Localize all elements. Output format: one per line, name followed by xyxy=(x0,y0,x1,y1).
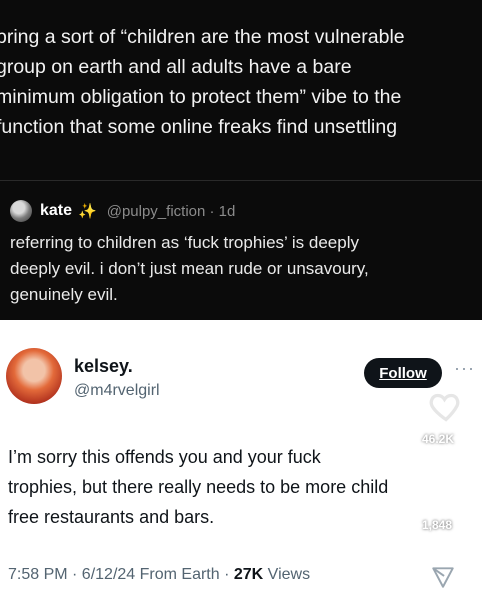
tweet-metadata: 7:58 PM · 6/12/24 From Earth · 27K Views xyxy=(8,566,310,584)
quoted-context-dark-panel: bring a sort of “children are the most v… xyxy=(0,0,482,320)
timestamp[interactable]: 7:58 PM · 6/12/24 From Earth · xyxy=(8,566,234,583)
heart-icon[interactable] xyxy=(428,388,464,424)
quoted-author-handle[interactable]: @pulpy_fiction · 1d xyxy=(107,203,236,220)
quoted-tweet-text: referring to children as ‘fuck trophies’… xyxy=(10,233,369,304)
quoted-tweet-header[interactable]: kate ✨ @pulpy_fiction · 1d xyxy=(10,198,235,224)
tweet-text: I’m sorry this offends you and your fuck… xyxy=(8,447,389,527)
views-count: 27K xyxy=(233,566,264,583)
reply-count: 1,848 xyxy=(422,518,453,532)
follow-button[interactable]: Follow xyxy=(364,358,442,388)
divider xyxy=(0,180,482,181)
views-label: Views xyxy=(263,566,311,583)
avatar[interactable] xyxy=(10,200,32,222)
author-handle[interactable]: @m4rvelgirl xyxy=(74,382,160,400)
quoted-author-name[interactable]: kate xyxy=(40,202,72,220)
tweet-card: kelsey. @m4rvelgirl Follow ··· 46.2K I’m… xyxy=(0,320,482,600)
share-icon[interactable] xyxy=(430,564,456,590)
sparkles-icon: ✨ xyxy=(78,203,97,220)
avatar[interactable] xyxy=(6,348,62,404)
more-options-icon[interactable]: ··· xyxy=(454,358,475,379)
author-name[interactable]: kelsey. xyxy=(74,356,133,377)
top-cropped-text: bring a sort of “children are the most v… xyxy=(0,26,405,138)
